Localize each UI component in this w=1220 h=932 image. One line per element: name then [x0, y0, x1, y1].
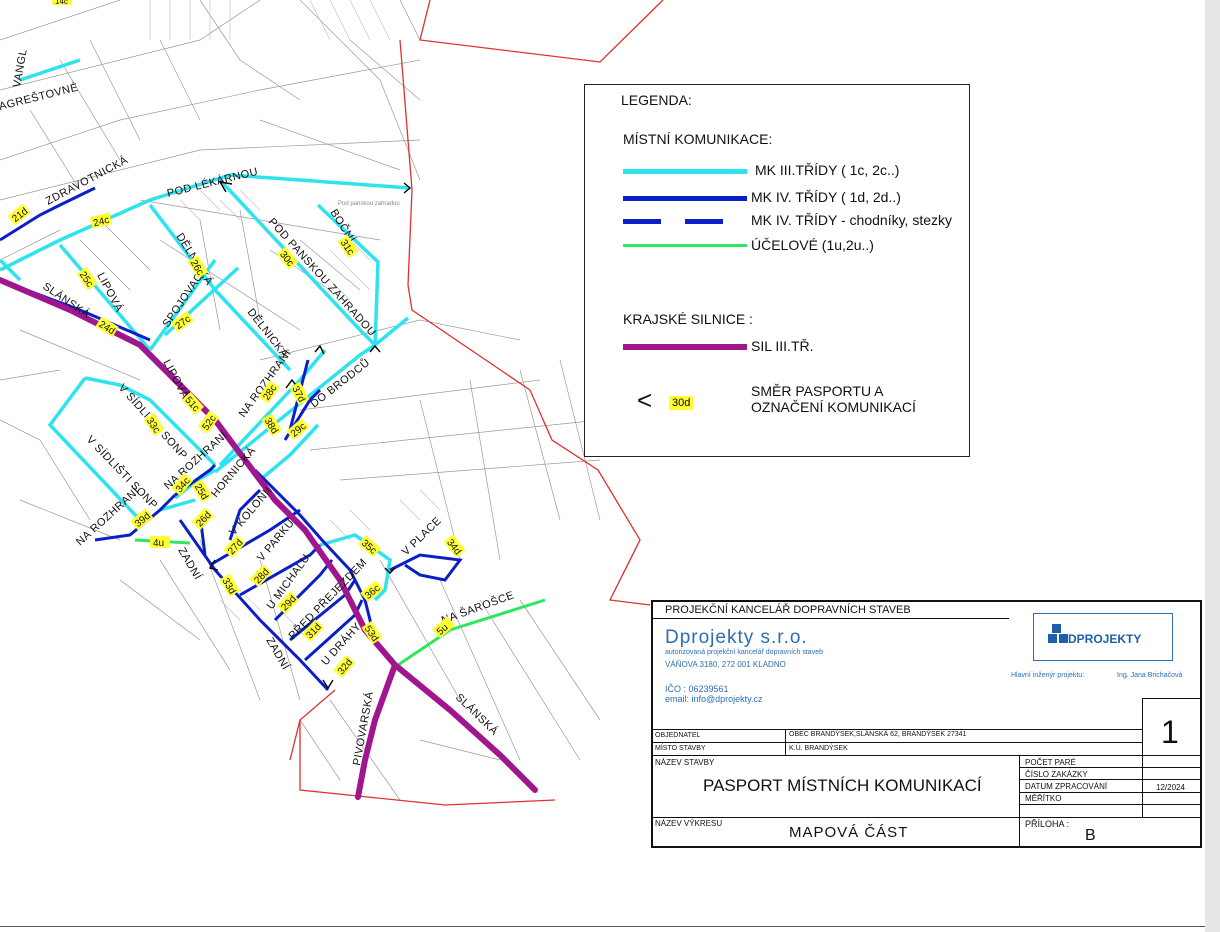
attachment-value: B	[1085, 827, 1096, 844]
date-label: DATUM ZPRACOVÁNÍ	[1025, 782, 1108, 791]
street-names: VANGL AGREŠTOVNÉ ZDRAVOTNICKÁ POD LÉKÁRN…	[0, 48, 516, 766]
road-tag: 14c	[55, 0, 68, 6]
divider	[1142, 698, 1202, 699]
divider	[1019, 767, 1202, 768]
office-name: PROJEKČNÍ KANCELÁŘ DOPRAVNÍCH STAVEB	[665, 604, 911, 616]
project-label: NÁZEV STAVBY	[655, 758, 715, 767]
client-value: OBEC BRANDÝSEK,SLÁNSKÁ 62, BRANDÝSEK 273…	[789, 731, 967, 738]
street-label: POD LÉKÁRNOU	[166, 165, 260, 200]
chief-engineer-label: Hlavní inženýr projektu:	[1011, 672, 1085, 679]
divider	[653, 618, 1009, 619]
legend-swatch-mk4	[623, 196, 747, 201]
legend-direction-line1: SMĚR PASPORTU A	[751, 383, 884, 399]
drawing-name: MAPOVÁ ČÁST	[789, 824, 909, 841]
street-label: V PLACE	[400, 515, 444, 558]
legend-item-mk4: MK IV. TŘÍDY ( 1d, 2d..)	[751, 189, 901, 205]
divider	[653, 742, 1142, 743]
legend-swatch-mk3	[623, 169, 747, 174]
divider	[785, 729, 786, 755]
title-block: PROJEKČNÍ KANCELÁŘ DOPRAVNÍCH STAVEB Dpr…	[651, 600, 1202, 848]
faint-label: Pod panskou zahradou	[338, 201, 400, 207]
legend-swatch-ucelove	[623, 244, 747, 247]
parcel-grid	[149, 0, 441, 641]
divider	[1019, 792, 1202, 793]
divider	[1142, 698, 1143, 817]
legend-arrow-icon: <	[637, 385, 653, 415]
divider	[1019, 779, 1202, 780]
page-bottom-line	[0, 926, 1205, 927]
company-email[interactable]: email: info@dprojekty.cz	[665, 694, 763, 704]
road-tag: 4u	[153, 538, 164, 549]
date-value: 12/2024	[1156, 783, 1185, 792]
drawing-label: NÁZEV VÝKRESU	[655, 819, 723, 828]
legend-title: LEGENDA:	[621, 92, 692, 108]
legend-sample-tag: 30d	[669, 396, 694, 410]
sheet-number: 1	[1161, 714, 1179, 750]
divider	[653, 729, 1142, 730]
divider	[653, 817, 1202, 818]
legend-swatch-mk4-paths	[623, 219, 747, 224]
project-name: PASPORT MÍSTNÍCH KOMUNIKACÍ	[703, 776, 982, 795]
legend-item-sil3: SIL III.TŘ.	[751, 338, 814, 354]
divider	[653, 755, 1202, 756]
chief-engineer: Ing. Jana Brichačová	[1117, 672, 1183, 679]
street-label: VANGL	[11, 48, 30, 88]
legend-section-local: MÍSTNÍ KOMUNIKACE:	[623, 131, 773, 147]
order-label: ČÍSLO ZAKÁZKY	[1025, 770, 1088, 779]
site-label: MÍSTO STAVBY	[655, 745, 706, 752]
divider	[1019, 755, 1020, 847]
attachment-label: PŘÍLOHA :	[1025, 819, 1070, 829]
legend-section-regional: KRAJSKÉ SILNICE :	[623, 311, 753, 327]
logo-text: DPROJEKTY	[1068, 632, 1142, 646]
legend-swatch-sil3	[623, 344, 747, 350]
legend-item-ucelove: ÚČELOVÉ (1u,2u..)	[751, 237, 874, 253]
copies-label: POČET PARÉ	[1025, 758, 1076, 767]
company-subtitle: autorizovaná projekční kancelář dopravní…	[665, 649, 823, 656]
company-name: Dprojekty s.r.o.	[665, 627, 808, 648]
company-ico: IČO : 06239561	[665, 684, 729, 694]
road-tags: 21d 24c 25c 26c 27c 24d 30c 31c 51c 52c …	[7, 0, 466, 678]
street-label: ZDRAVOTNICKÁ	[43, 153, 130, 207]
company-logo: DPROJEKTY	[1033, 613, 1173, 661]
site-value: K.Ú. BRANDÝSEK	[789, 745, 848, 752]
divider	[1019, 804, 1202, 805]
scale-label: MĚŘÍTKO	[1025, 794, 1062, 803]
company-address: VÁŇOVA 3180, 272 001 KLADNO	[665, 660, 786, 669]
legend-item-mk3: MK III.TŘÍDY ( 1c, 2c..)	[755, 162, 900, 178]
legend-direction-line2: OZNAČENÍ KOMUNIKACÍ	[751, 399, 916, 415]
legend-item-mk4-paths: MK IV. TŘÍDY - chodníky, stezky	[751, 212, 952, 228]
street-label: LIPOVÁ	[160, 357, 192, 401]
client-label: OBJEDNATEL	[655, 732, 701, 739]
street-label: POD PANSKOU ZAHRADOU	[266, 216, 378, 339]
right-page-edge	[1205, 0, 1220, 932]
legend: LEGENDA: MÍSTNÍ KOMUNIKACE: MK III.TŘÍDY…	[584, 84, 970, 457]
street-label: NA ROZHRANÍ	[236, 346, 294, 419]
street-label: ZADNÍ	[263, 635, 292, 673]
